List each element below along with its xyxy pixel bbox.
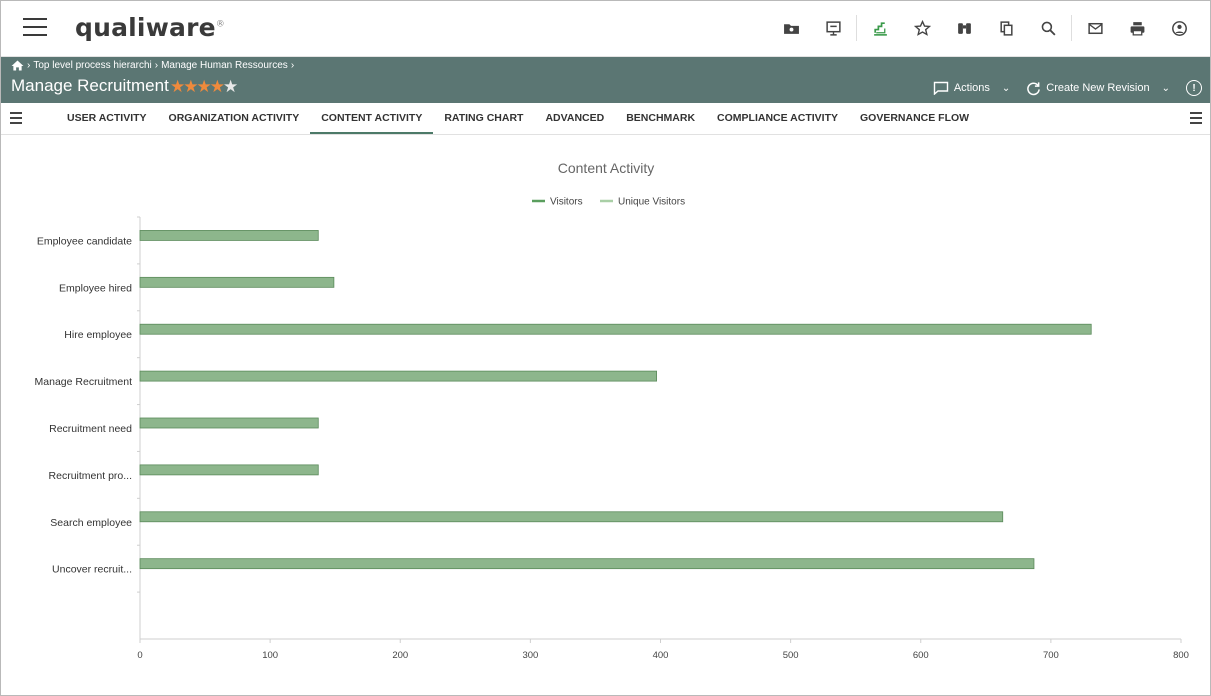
top-toolbar xyxy=(770,14,1200,42)
page-title: Manage Recruitment xyxy=(11,76,169,95)
breadcrumb: › Top level process hierarchi › Manage H… xyxy=(11,60,294,71)
tab-bar: USER ACTIVITY ORGANIZATION ACTIVITY CONT… xyxy=(1,103,1210,135)
tab-user-activity[interactable]: USER ACTIVITY xyxy=(56,103,158,134)
tab-menu-icon[interactable] xyxy=(10,112,22,127)
actions-label: Actions xyxy=(953,82,990,94)
bar-visitors[interactable] xyxy=(139,511,1004,523)
x-tick-label: 100 xyxy=(262,650,278,661)
category-label: Employee candidate xyxy=(37,235,132,247)
bar-visitors[interactable] xyxy=(139,276,335,288)
star-filled-icon[interactable]: ★ xyxy=(183,77,198,96)
star-filled-icon[interactable]: ★ xyxy=(210,77,225,96)
x-tick-label: 700 xyxy=(1043,650,1059,661)
category-label: Uncover recruit... xyxy=(52,564,132,576)
chevron-down-icon[interactable]: ⌄ xyxy=(1162,83,1170,94)
breadcrumb-separator: › xyxy=(154,60,159,71)
tab-compliance-activity[interactable]: COMPLIANCE ACTIVITY xyxy=(706,103,849,134)
top-bar: qualiware® xyxy=(1,1,1210,57)
tab-organization-activity[interactable]: ORGANIZATION ACTIVITY xyxy=(158,103,311,134)
search-icon[interactable] xyxy=(1027,14,1069,42)
refresh-icon xyxy=(1027,81,1041,95)
tab-advanced[interactable]: ADVANCED xyxy=(534,103,615,134)
x-tick-label: 300 xyxy=(522,650,538,661)
comment-icon xyxy=(933,81,949,95)
category-label: Recruitment pro... xyxy=(49,470,132,482)
x-tick-label: 500 xyxy=(783,650,799,661)
presentation-icon[interactable] xyxy=(812,14,854,42)
bar-visitors[interactable] xyxy=(139,323,1092,335)
header-actions: Actions ⌄ Create New Revision ⌄ ! xyxy=(933,80,1202,96)
chart-svg: Content Activity Visitors Unique Visitors E… xyxy=(35,160,1189,661)
print-icon[interactable] xyxy=(1116,14,1158,42)
breadcrumb-item[interactable]: Top level process hierarchi xyxy=(33,60,151,71)
chart-title: Content Activity xyxy=(558,160,655,176)
tab-list: USER ACTIVITY ORGANIZATION ACTIVITY CONT… xyxy=(56,103,980,134)
star-filled-icon[interactable]: ★ xyxy=(170,77,185,96)
bar-visitors[interactable] xyxy=(139,370,657,382)
binoculars-icon[interactable] xyxy=(943,14,985,42)
legend-item-label[interactable]: Unique Visitors xyxy=(618,197,685,208)
folder-icon[interactable] xyxy=(770,14,812,42)
x-tick-label: 400 xyxy=(653,650,669,661)
toolbar-divider xyxy=(1071,15,1072,41)
content-activity-chart: Content Activity Visitors Unique Visitors E… xyxy=(1,135,1210,695)
breadcrumb-separator: › xyxy=(27,60,31,71)
breadcrumb-separator: › xyxy=(290,60,295,71)
home-icon[interactable] xyxy=(11,60,24,71)
category-label: Recruitment need xyxy=(49,423,132,435)
bar-visitors[interactable] xyxy=(139,464,319,476)
category-label: Hire employee xyxy=(64,329,132,341)
tab-options-icon[interactable] xyxy=(1190,112,1202,127)
copy-icon[interactable] xyxy=(985,14,1027,42)
bar-visitors[interactable] xyxy=(139,558,1035,570)
tab-governance-flow[interactable]: GOVERNANCE FLOW xyxy=(849,103,980,134)
category-label: Employee hired xyxy=(59,282,132,294)
toolbar-divider xyxy=(856,15,857,41)
bar-visitors[interactable] xyxy=(139,230,319,241)
actions-button[interactable]: Actions xyxy=(933,81,990,95)
legend-item-label[interactable]: Visitors xyxy=(550,197,583,208)
star-filled-icon[interactable]: ★ xyxy=(197,77,212,96)
category-label: Search employee xyxy=(50,517,132,529)
user-circle-icon[interactable] xyxy=(1158,14,1200,42)
page-header: › Top level process hierarchi › Manage H… xyxy=(1,57,1210,103)
category-label: Manage Recruitment xyxy=(35,376,133,388)
bar-visitors[interactable] xyxy=(139,417,319,429)
stairs-chart-icon[interactable] xyxy=(859,14,901,42)
main-menu-icon[interactable] xyxy=(23,18,47,38)
info-icon[interactable]: ! xyxy=(1186,80,1202,96)
create-new-revision-label: Create New Revision xyxy=(1046,82,1150,94)
chevron-down-icon[interactable]: ⌄ xyxy=(1002,83,1010,94)
mail-icon[interactable] xyxy=(1074,14,1116,42)
x-tick-label: 600 xyxy=(913,650,929,661)
tab-rating-chart[interactable]: RATING CHART xyxy=(433,103,534,134)
app-window: qualiware® › Top level process hierarchi… xyxy=(0,0,1211,696)
star-empty-icon[interactable]: ★ xyxy=(223,77,238,96)
tab-benchmark[interactable]: BENCHMARK xyxy=(615,103,706,134)
x-tick-label: 0 xyxy=(137,650,142,661)
x-tick-label: 200 xyxy=(392,650,408,661)
breadcrumb-item[interactable]: Manage Human Ressources xyxy=(161,60,288,71)
star-icon[interactable] xyxy=(901,14,943,42)
create-new-revision-button[interactable]: Create New Revision xyxy=(1026,81,1150,96)
tab-content-activity[interactable]: CONTENT ACTIVITY xyxy=(310,103,434,134)
x-tick-label: 800 xyxy=(1173,650,1189,661)
qualiware-logo[interactable]: qualiware® xyxy=(75,13,225,42)
rating-stars[interactable]: ★★★★★ xyxy=(170,77,238,97)
